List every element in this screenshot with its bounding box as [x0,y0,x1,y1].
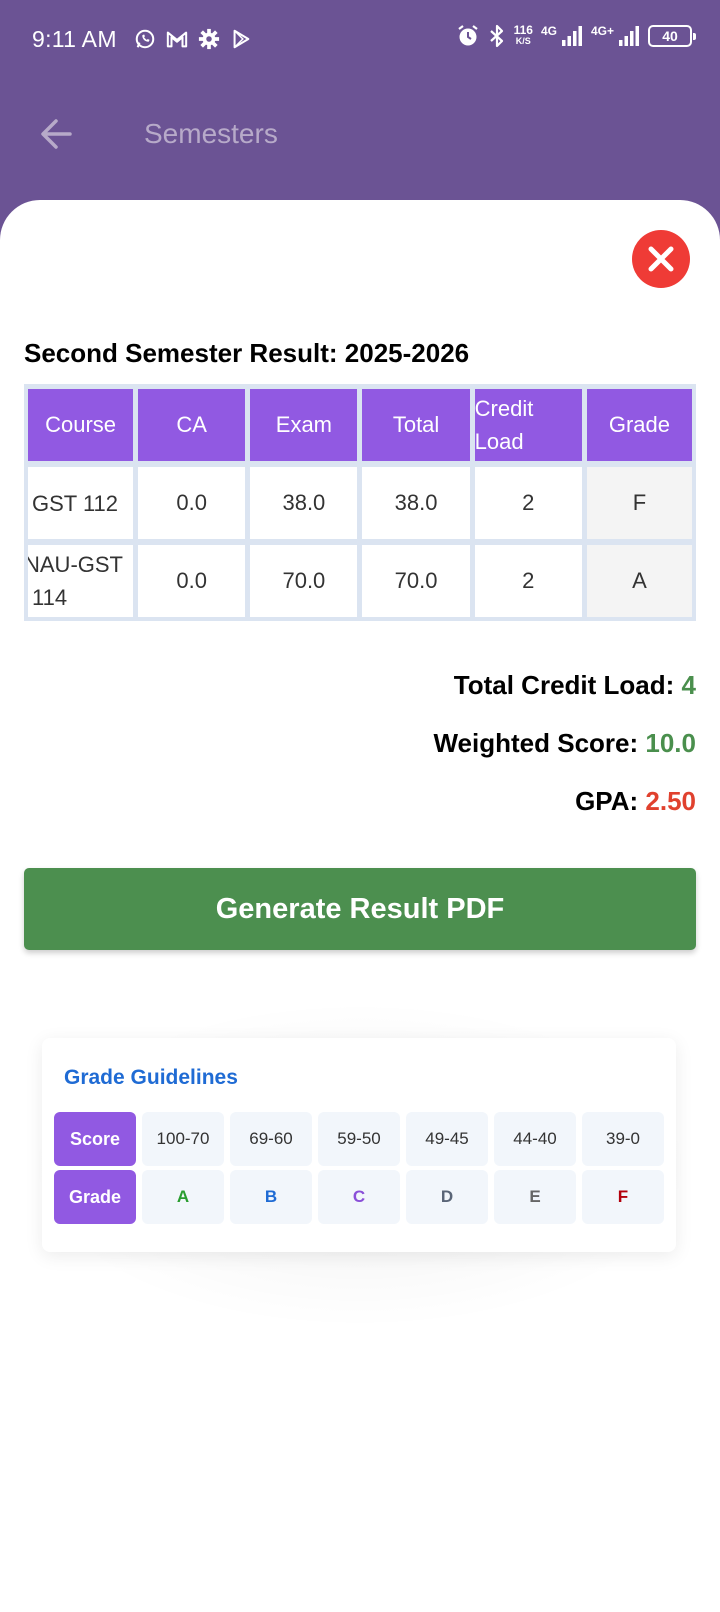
status-time: 9:11 AM [32,26,117,52]
back-arrow-icon [41,119,72,149]
header-exam: Exam [250,389,358,461]
score-range: 44-40 [494,1112,576,1166]
result-title: Second Semester Result: 2025-2026 [24,338,470,368]
weighted-score-summary: Weighted Score: 10.0 [433,728,696,759]
header-course: Course [28,389,134,461]
gpa-value: 2.50 [645,786,696,816]
signal-2-label: 4G+ [590,24,614,38]
grade-guidelines-card: Grade Guidelines Score 100-70 69-60 59-5… [42,1038,676,1252]
grade-letter: B [230,1170,312,1224]
total-credit-label: Total Credit Load: [453,670,675,700]
header-grade: Grade [586,389,692,461]
score-row-label: Score [54,1112,136,1166]
score-range: 69-60 [230,1112,312,1166]
cell-exam: 38.0 [250,467,358,539]
score-range: 39-0 [582,1112,664,1166]
battery-icon: 40 [648,25,696,47]
header-credit-load: Credit Load [474,389,582,461]
cell-credit: 2 [474,545,582,617]
score-range: 100-70 [142,1112,224,1166]
grade-row-label: Grade [54,1170,136,1224]
guidelines-title: Grade Guidelines [64,1066,238,1089]
result-sheet: Second Semester Result: 2025-2026 Course… [0,200,720,1612]
signal-icon [619,26,639,46]
settings-icon [198,28,220,50]
generate-pdf-button[interactable]: Generate Result PDF [24,868,696,950]
whatsapp-icon [135,29,155,49]
total-credit-value: 4 [681,670,696,700]
close-icon [648,246,674,272]
cell-grade: F [586,467,692,539]
system-icons: 116 K/S 4G 4G+ 40 [456,23,696,48]
score-range: 49-45 [406,1112,488,1166]
gmail-icon [166,31,188,48]
close-button[interactable] [632,230,690,288]
alarm-icon [457,25,478,46]
score-range: 59-50 [318,1112,400,1166]
cell-ca: 0.0 [138,545,246,617]
header-ca: CA [138,389,246,461]
result-table: Course CA Exam Total Credit Load Grade G… [24,384,696,621]
bluetooth-icon [489,24,503,48]
back-button[interactable] [36,114,76,154]
table-row: NAU-GST 114 0.0 70.0 70.0 2 A [28,545,692,617]
cell-total: 70.0 [362,545,470,617]
page-title: Semesters [144,118,278,149]
gpa-label: GPA: [575,786,639,816]
grade-letter: D [406,1170,488,1224]
grade-letter: C [318,1170,400,1224]
gpa-summary: GPA: 2.50 [575,786,696,817]
header-total: Total [362,389,470,461]
guidelines-grid: Score 100-70 69-60 59-50 49-45 44-40 39-… [54,1112,664,1224]
table-row: GST 112 0.0 38.0 38.0 2 F [28,467,692,539]
cell-credit: 2 [474,467,582,539]
notification-icons [134,28,252,50]
signal-icon [561,26,582,46]
cell-course: NAU-GST 114 [28,545,134,617]
cell-grade: A [586,545,692,617]
weighted-score-label: Weighted Score: [433,728,639,758]
cell-ca: 0.0 [138,467,246,539]
app-bar: Semesters [0,90,720,180]
status-bar: 9:11 AM 116 K/S 4G 4G+ 40 [0,0,720,80]
network-speed: 116 K/S [513,23,533,46]
weighted-score-value: 10.0 [645,728,696,758]
signal-1-label: 4G [540,24,557,38]
cell-total: 38.0 [362,467,470,539]
cell-course: GST 112 [28,467,134,539]
play-store-icon [233,29,250,49]
cell-exam: 70.0 [250,545,358,617]
grade-letter: A [142,1170,224,1224]
grade-letter: F [582,1170,664,1224]
total-credit-summary: Total Credit Load: 4 [454,670,696,701]
grade-letter: E [494,1170,576,1224]
